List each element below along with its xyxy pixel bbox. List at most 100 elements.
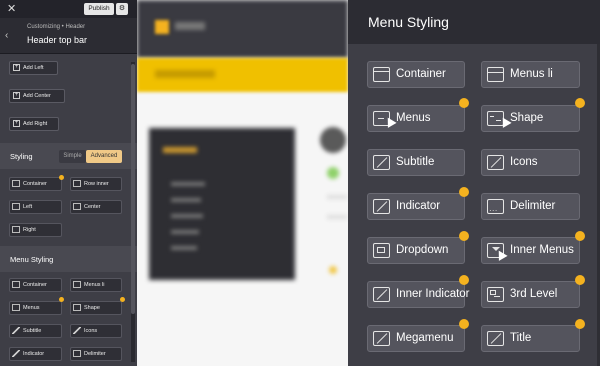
pen-icon (373, 199, 390, 214)
menu-subtitle-button[interactable]: Subtitle (9, 324, 62, 338)
styling-row-inner-button[interactable]: Row inner (70, 177, 122, 191)
preview-logo (155, 20, 169, 34)
zoom-menus-label: Menus (396, 112, 431, 124)
zoom-container-button[interactable]: Container (367, 61, 465, 88)
add-center-label: Add Center (23, 93, 51, 99)
zoom-shape-button[interactable]: Shape (481, 105, 580, 132)
zoom-megamenu-label: Megamenu (396, 332, 454, 344)
styling-row-inner-label: Row inner (84, 181, 109, 187)
preview-line (171, 230, 199, 234)
page-title: Header top bar (27, 35, 88, 45)
breadcrumb-path: Customizing • Header (27, 24, 86, 30)
zoom-delimiter-button[interactable]: Delimiter (481, 193, 580, 223)
simple-mode-tab[interactable]: Simple (59, 150, 86, 163)
plus-icon: + (13, 64, 20, 72)
add-right-button[interactable]: + Add Right (9, 117, 59, 131)
add-left-button[interactable]: + Add Left (9, 61, 58, 75)
zoom-icons-button[interactable]: Icons (481, 149, 580, 176)
menus-li-icon (487, 67, 504, 82)
styling-left-label: Left (23, 204, 33, 210)
add-right-label: Add Right (23, 121, 48, 127)
dropdown-icon (373, 243, 390, 258)
add-center-button[interactable]: + Add Center (9, 89, 65, 103)
delimiter-icon (73, 350, 81, 358)
styling-right-button[interactable]: Right (9, 223, 62, 237)
center-icon (73, 203, 81, 211)
row-inner-icon (73, 180, 81, 188)
sidebar-scrollbar-thumb[interactable] (131, 64, 135, 314)
pen-icon (373, 331, 390, 346)
modified-dot (459, 231, 469, 241)
menu-styling-zoom-panel: Menu Styling Container Menus li Menus Sh… (348, 0, 600, 366)
modified-dot (575, 231, 585, 241)
add-left-label: Add Left (23, 65, 44, 71)
back-arrow-icon[interactable]: ‹ (5, 30, 8, 41)
zoom-menus-li-button[interactable]: Menus li (481, 61, 580, 88)
zoom-title-button[interactable]: Title (481, 325, 580, 352)
zoom-menus-li-label: Menus li (510, 68, 553, 80)
styling-label: Styling (10, 152, 33, 161)
container-icon (12, 281, 20, 289)
zoom-inner-menus-button[interactable]: Inner Menus (481, 237, 580, 264)
zoom-megamenu-button[interactable]: Megamenu (367, 325, 465, 352)
zoom-third-level-button[interactable]: 3rd Level (481, 281, 580, 308)
third-level-icon (487, 287, 504, 302)
preview-accent-dot (329, 266, 337, 274)
menu-icons-label: Icons (84, 328, 98, 334)
pen-icon (373, 155, 390, 170)
styling-center-button[interactable]: Center (70, 200, 122, 214)
menu-subtitle-label: Subtitle (23, 328, 42, 334)
zoom-icons-label: Icons (510, 156, 538, 168)
zoom-subtitle-label: Subtitle (396, 156, 435, 168)
pen-icon (487, 331, 504, 346)
menu-container-label: Container (23, 282, 47, 288)
styling-left-button[interactable]: Left (9, 200, 62, 214)
zoom-indicator-button[interactable]: Indicator (367, 193, 465, 220)
menu-indicator-button[interactable]: Indicator (9, 347, 62, 361)
menu-menus-li-label: Menus li (84, 282, 105, 288)
zoom-shape-label: Shape (510, 112, 544, 124)
menu-container-button[interactable]: Container (9, 278, 62, 292)
plus-icon: + (13, 92, 20, 100)
right-icon (12, 226, 20, 234)
preview-line (171, 198, 201, 202)
menu-menus-label: Menus (23, 305, 40, 311)
menu-icons-button[interactable]: Icons (70, 324, 122, 338)
menus-li-icon (73, 281, 81, 289)
zoom-dropdown-label: Dropdown (396, 244, 449, 256)
modified-dot (459, 319, 469, 329)
gear-icon[interactable]: ⚙ (116, 3, 128, 15)
modified-dot (459, 187, 469, 197)
menu-indicator-label: Indicator (23, 351, 45, 357)
preview-logo-text (175, 22, 205, 30)
left-icon (12, 203, 20, 211)
publish-button[interactable]: Publish (84, 3, 114, 15)
menu-shape-button[interactable]: Shape (70, 301, 122, 315)
menus-icon (12, 304, 20, 312)
close-icon[interactable]: ✕ (7, 2, 16, 15)
menu-menus-li-button[interactable]: Menus li (70, 278, 122, 292)
styling-container-label: Container (23, 181, 47, 187)
zoom-delimiter-label: Delimiter (510, 200, 556, 212)
pen-icon (373, 287, 390, 302)
zoom-subtitle-button[interactable]: Subtitle (367, 149, 465, 176)
pen-icon (12, 327, 20, 335)
menu-styling-label: Menu Styling (10, 255, 54, 264)
advanced-mode-tab[interactable]: Advanced (86, 150, 122, 163)
menu-delimiter-button[interactable]: Delimiter (70, 347, 122, 361)
preview-line (171, 246, 197, 250)
menu-shape-label: Shape (84, 305, 100, 311)
styling-container-button[interactable]: Container (9, 177, 62, 191)
zoom-inner-indicator-button[interactable]: Inner Indicator (367, 281, 470, 308)
customizer-sidebar: ✕ Publish ⚙ ‹ Customizing • Header Heade… (0, 0, 137, 366)
zoom-menus-button[interactable]: Menus (367, 105, 465, 132)
preview-line (327, 195, 347, 199)
zoom-dropdown-button[interactable]: Dropdown (367, 237, 465, 264)
preview-line (171, 214, 203, 218)
menu-menus-button[interactable]: Menus (9, 301, 62, 315)
container-icon (12, 180, 20, 188)
modified-dot (59, 297, 64, 302)
delimiter-icon (487, 198, 504, 223)
preview-line (327, 215, 347, 219)
modified-dot (120, 297, 125, 302)
